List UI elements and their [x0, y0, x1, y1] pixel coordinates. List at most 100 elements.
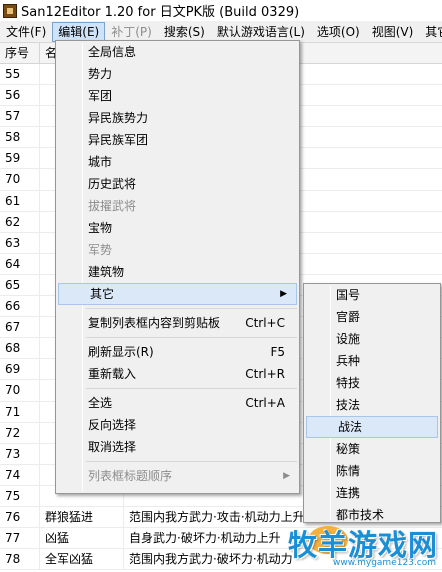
cell-id: 59 — [0, 148, 40, 169]
submenu-item-3[interactable]: 兵种 — [304, 350, 440, 372]
edit-menu-item-3[interactable]: 异民族势力 — [56, 107, 299, 129]
cell-id: 77 — [0, 528, 40, 549]
submenu-arrow-icon: ▶ — [280, 289, 287, 299]
edit-menu-item-16[interactable]: 重新载入 Ctrl+R — [56, 363, 299, 385]
menu-5[interactable]: 选项(O) — [311, 22, 366, 42]
cell-id: 72 — [0, 422, 40, 443]
menu-separator — [86, 308, 297, 309]
cell-id: 68 — [0, 338, 40, 359]
edit-menu-item-2[interactable]: 军团 — [56, 85, 299, 107]
edit-menu-item-22: 列表框标题顺序 ▶ — [56, 465, 299, 487]
cell-id: 70 — [0, 380, 40, 401]
menu-item-shortcut: Ctrl+C — [245, 316, 285, 330]
menu-item-label: 反向选择 — [88, 418, 137, 432]
cell-id: 66 — [0, 296, 40, 317]
edit-menu-item-0[interactable]: 全局信息 — [56, 41, 299, 63]
cell-id: 57 — [0, 106, 40, 127]
menu-item-label: 全选 — [88, 396, 113, 410]
menu-item-label: 宝物 — [88, 221, 113, 235]
cell-id: 63 — [0, 232, 40, 253]
menu-item-label: 刷新显示(R) — [88, 345, 154, 359]
cell-id: 71 — [0, 401, 40, 422]
menu-item-label: 重新载入 — [88, 367, 137, 381]
edit-menu-item-20[interactable]: 取消选择 — [56, 436, 299, 458]
column-header-id[interactable]: 序号 — [0, 43, 40, 63]
cell-id: 73 — [0, 443, 40, 464]
cell-id: 74 — [0, 464, 40, 485]
edit-menu-item-18[interactable]: 全选 Ctrl+A — [56, 392, 299, 414]
cell-id: 78 — [0, 549, 40, 570]
cell-id: 61 — [0, 190, 40, 211]
menu-item-label: 取消选择 — [88, 440, 137, 454]
cell-id: 76 — [0, 506, 40, 528]
menu-item-label: 建筑物 — [88, 265, 125, 279]
menu-item-label: 全局信息 — [88, 45, 137, 59]
edit-menu-item-11[interactable]: 其它 ▶ — [58, 283, 297, 305]
submenu-item-6[interactable]: 战法 — [306, 416, 438, 438]
menu-separator — [86, 461, 297, 462]
menu-1[interactable]: 编辑(E) — [52, 21, 106, 42]
menu-item-shortcut: Ctrl+A — [245, 396, 285, 410]
watermark: 牧羊游戏网 www.mygame123.com — [288, 522, 442, 572]
submenu-item-9[interactable]: 连携 — [304, 482, 440, 504]
menu-item-shortcut: Ctrl+R — [245, 367, 285, 381]
submenu-item-5[interactable]: 技法 — [304, 394, 440, 416]
menu-item-label: 拔擢武将 — [88, 199, 137, 213]
menu-4[interactable]: 默认游戏语言(L) — [211, 22, 311, 42]
menu-item-label: 军团 — [88, 89, 113, 103]
cell-name: 群狼猛进 — [40, 506, 124, 528]
menu-item-label: 复制列表框内容到剪贴板 — [88, 316, 221, 330]
cell-id: 58 — [0, 127, 40, 148]
menu-item-label: 异民族军团 — [88, 133, 149, 147]
cell-name: 全军凶猛 — [40, 549, 124, 570]
menu-separator — [86, 388, 297, 389]
cell-id: 56 — [0, 85, 40, 106]
app-icon — [3, 3, 17, 18]
menu-item-label: 城市 — [88, 155, 113, 169]
edit-menu-item-15[interactable]: 刷新显示(R) F5 — [56, 341, 299, 363]
menu-6[interactable]: 视图(V) — [366, 22, 420, 42]
submenu-item-10[interactable]: 都市技术 — [304, 504, 440, 522]
menu-item-label: 列表框标题顺序 — [88, 469, 173, 483]
submenu-item-4[interactable]: 特技 — [304, 372, 440, 394]
menu-3[interactable]: 搜索(S) — [158, 22, 211, 42]
menu-item-label: 势力 — [88, 67, 113, 81]
menu-separator — [86, 337, 297, 338]
edit-menu-item-9: 军势 — [56, 239, 299, 261]
menu-item-label: 军势 — [88, 243, 113, 257]
cell-id: 75 — [0, 485, 40, 506]
menu-7[interactable]: 其它 — [419, 22, 442, 42]
menu-item-label: 异民族势力 — [88, 111, 149, 125]
cell-id: 69 — [0, 359, 40, 380]
menu-0[interactable]: 文件(F) — [0, 22, 52, 42]
other-submenu: 国号 官爵 设施 兵种 特技 技法 战法 秘策 陈情 连携 都市技术 — [303, 283, 441, 523]
submenu-item-7[interactable]: 秘策 — [304, 438, 440, 460]
menu-2[interactable]: 补丁(P) — [105, 22, 158, 42]
edit-menu-item-4[interactable]: 异民族军团 — [56, 129, 299, 151]
menu-item-label: 其它 — [90, 287, 115, 301]
edit-menu-item-13[interactable]: 复制列表框内容到剪贴板 Ctrl+C — [56, 312, 299, 334]
cell-name: 凶猛 — [40, 528, 124, 549]
cell-id: 64 — [0, 253, 40, 274]
edit-menu-item-6[interactable]: 历史武将 — [56, 173, 299, 195]
cell-id: 62 — [0, 211, 40, 232]
cell-id: 67 — [0, 317, 40, 338]
edit-menu-item-10[interactable]: 建筑物 — [56, 261, 299, 283]
edit-menu-item-19[interactable]: 反向选择 — [56, 414, 299, 436]
edit-menu-item-5[interactable]: 城市 — [56, 151, 299, 173]
cell-id: 70 — [0, 169, 40, 190]
edit-menu-dropdown: 全局信息势力军团异民族势力异民族军团城市历史武将拔擢武将宝物军势建筑物其它 ▶ 复制… — [55, 40, 300, 494]
submenu-item-0[interactable]: 国号 — [304, 284, 440, 306]
edit-menu-item-1[interactable]: 势力 — [56, 63, 299, 85]
submenu-item-8[interactable]: 陈情 — [304, 460, 440, 482]
cell-id: 55 — [0, 64, 40, 85]
submenu-item-2[interactable]: 设施 — [304, 328, 440, 350]
title-bar: San12Editor 1.20 for 日文PK版 (Build 0329) — [0, 0, 442, 21]
window-title: San12Editor 1.20 for 日文PK版 (Build 0329) — [21, 5, 300, 20]
watermark-url: www.mygame123.com — [332, 558, 436, 568]
submenu-item-1[interactable]: 官爵 — [304, 306, 440, 328]
submenu-arrow-icon: ▶ — [283, 471, 290, 481]
menu-item-shortcut: F5 — [270, 345, 285, 359]
edit-menu-item-7: 拔擢武将 — [56, 195, 299, 217]
edit-menu-item-8[interactable]: 宝物 — [56, 217, 299, 239]
